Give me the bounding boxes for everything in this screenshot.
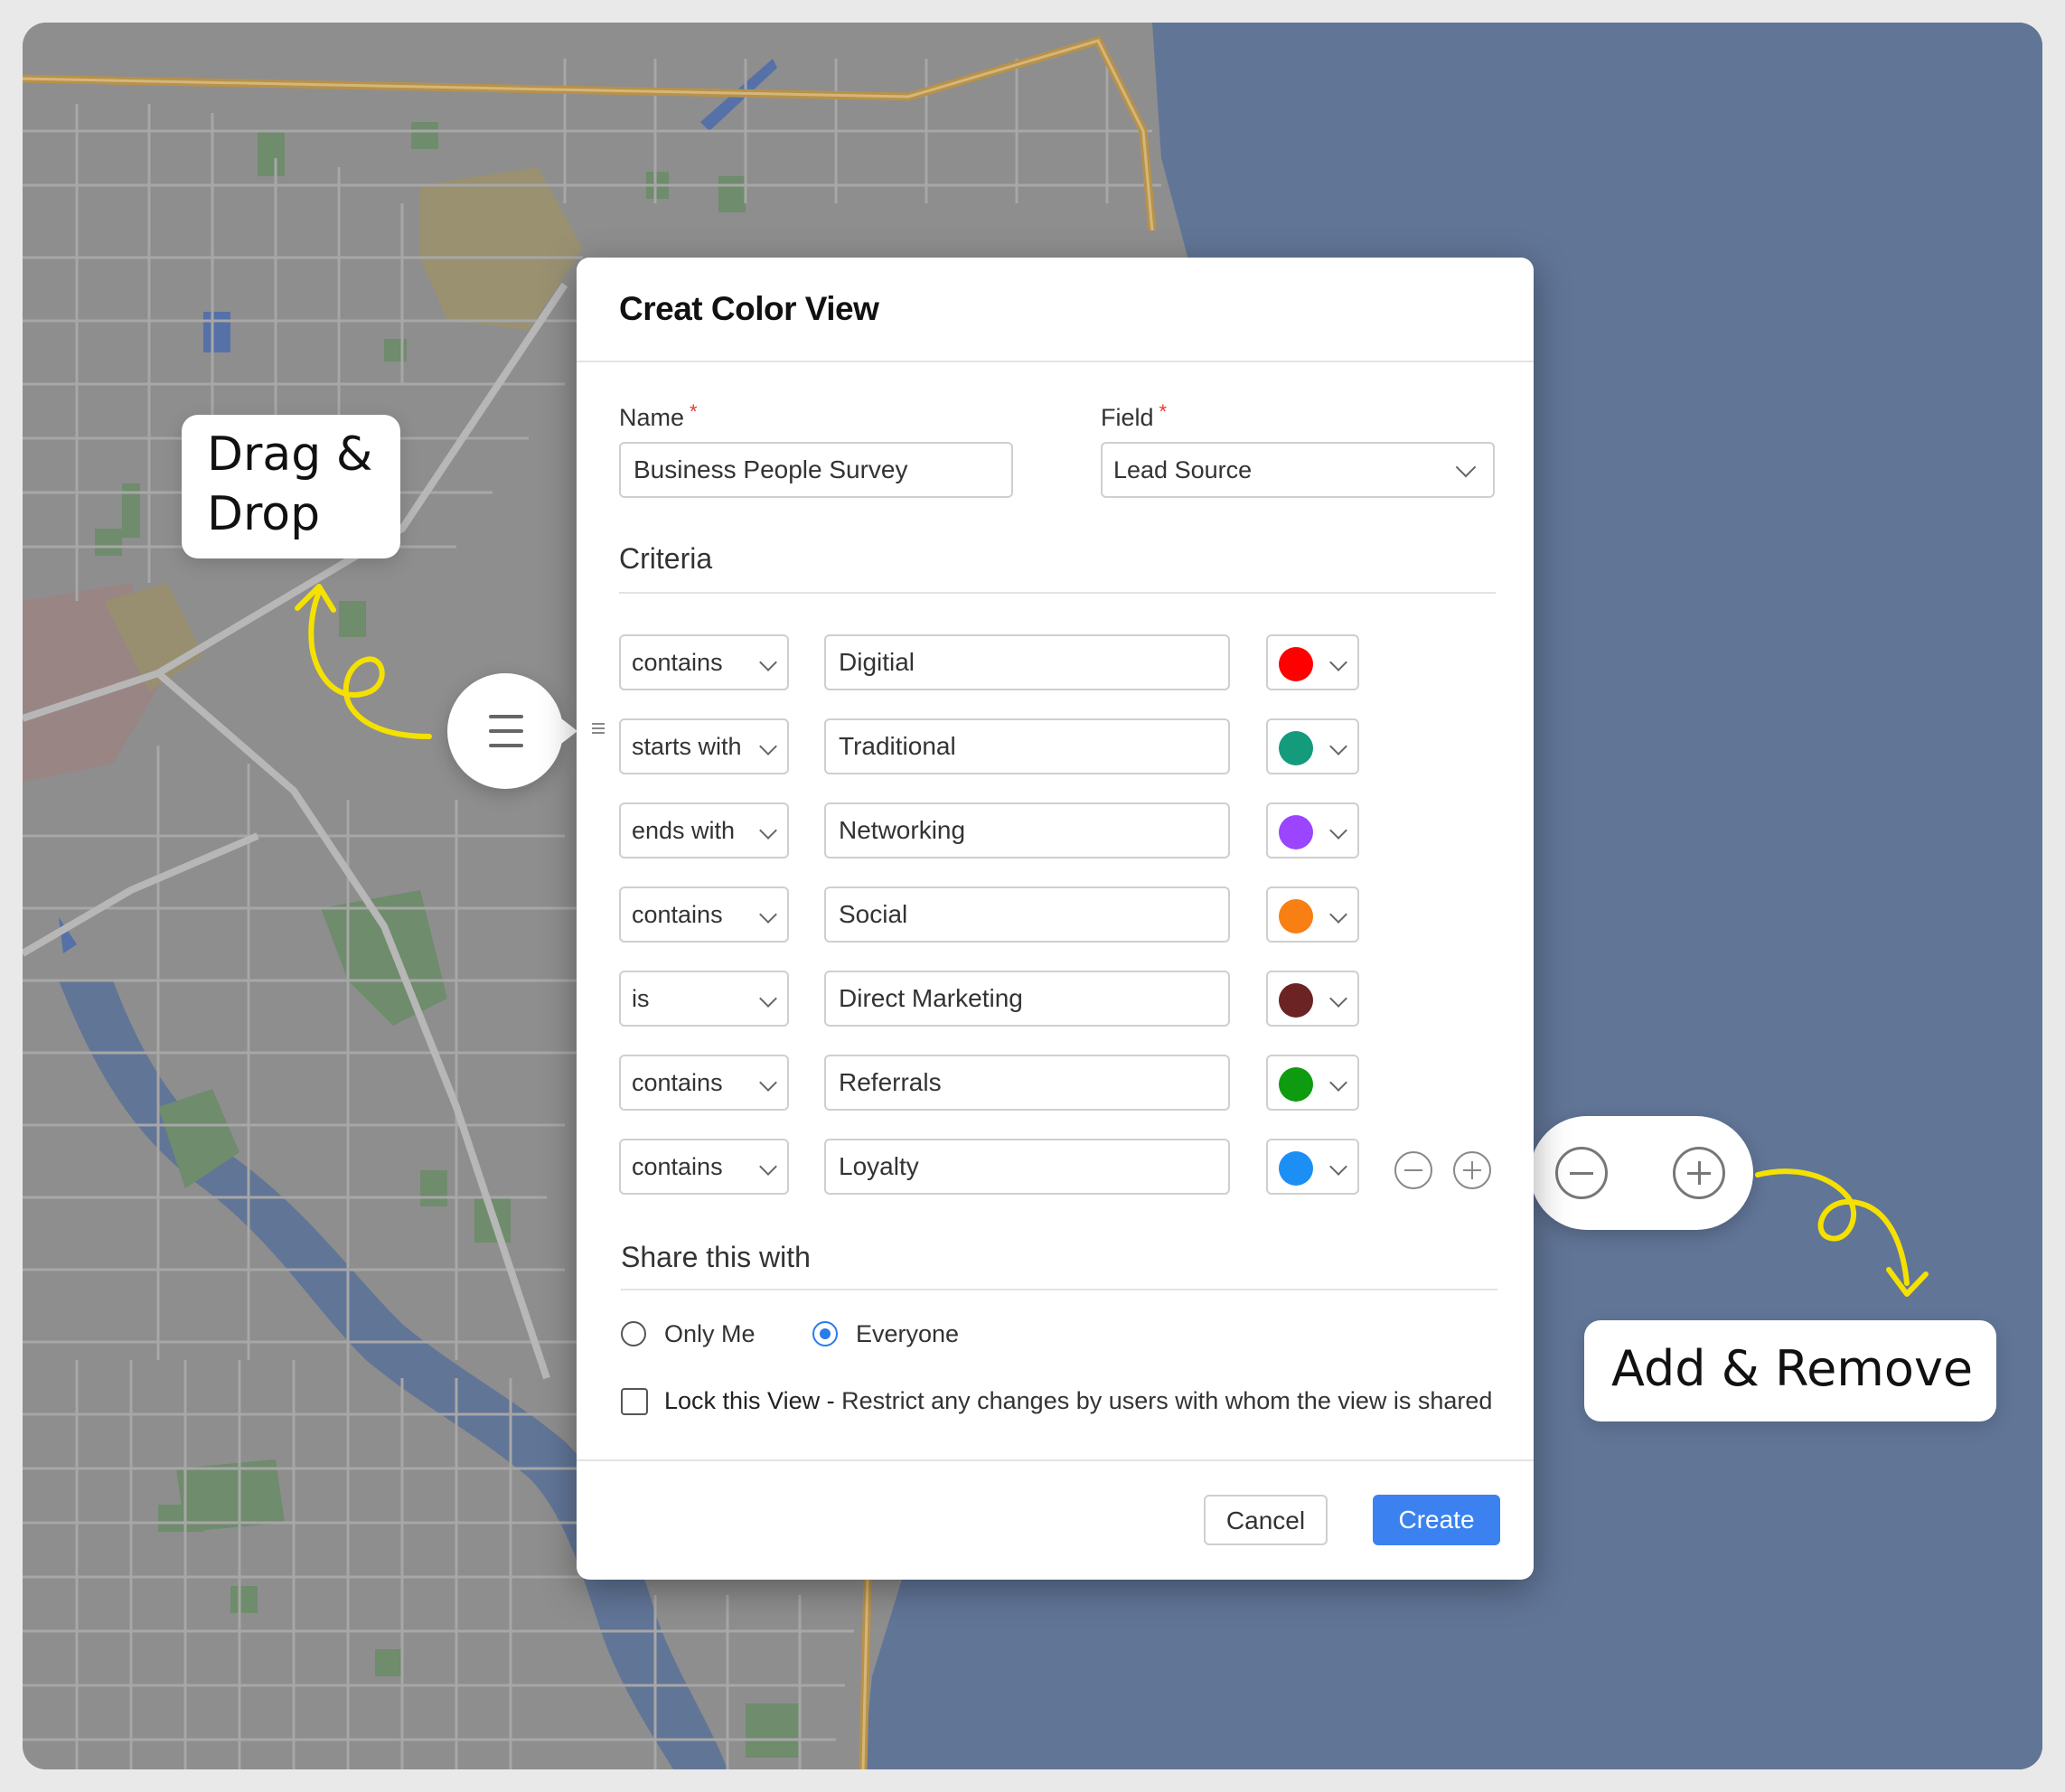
chevron-down-icon	[759, 821, 777, 840]
chevron-down-icon	[1329, 653, 1347, 671]
chevron-down-icon	[1329, 1158, 1347, 1176]
only-me-label: Only Me	[664, 1320, 756, 1347]
criteria-color-picker[interactable]	[1266, 887, 1359, 943]
field-select-value: Lead Source	[1113, 456, 1253, 483]
share-heading: Share this with	[621, 1241, 811, 1273]
criteria-operator-select[interactable]: contains	[619, 634, 789, 690]
criteria-operator-select[interactable]: ends with	[619, 802, 789, 858]
add-icon-large	[1673, 1147, 1725, 1199]
cancel-button[interactable]: Cancel	[1204, 1495, 1328, 1545]
criteria-operator-value: contains	[632, 649, 723, 676]
name-input[interactable]: Business People Survey	[619, 442, 1013, 498]
chevron-down-icon	[1329, 821, 1347, 840]
criteria-operator-value: is	[632, 985, 650, 1012]
add-criteria-button[interactable]	[1453, 1151, 1491, 1189]
color-swatch	[1279, 1151, 1313, 1186]
chevron-down-icon	[1329, 737, 1347, 755]
criteria-value-input[interactable]: Traditional	[824, 718, 1230, 774]
criteria-value-input[interactable]: Direct Marketing	[824, 971, 1230, 1027]
criteria-operator-value: contains	[632, 1153, 723, 1180]
criteria-heading: Criteria	[619, 542, 713, 575]
create-button[interactable]: Create	[1373, 1495, 1500, 1545]
color-swatch	[1279, 899, 1313, 934]
criteria-color-picker[interactable]	[1266, 1139, 1359, 1195]
lock-view-label: Lock this View - Restrict any changes by…	[664, 1387, 1493, 1414]
add-remove-magnified	[1512, 1116, 1753, 1230]
drag-drop-text-line1: Drag &	[207, 427, 373, 482]
name-label: Name *	[619, 400, 698, 431]
criteria-value-input[interactable]: Loyalty	[824, 1139, 1230, 1195]
field-select[interactable]: Lead Source	[1101, 442, 1495, 498]
chevron-down-icon	[1329, 990, 1347, 1008]
criteria-value-input[interactable]: Digitial	[824, 634, 1230, 690]
share-divider	[621, 1289, 1497, 1290]
criteria-operator-select[interactable]: is	[619, 971, 789, 1027]
criteria-operator-select[interactable]: contains	[619, 887, 789, 943]
criteria-color-picker[interactable]	[1266, 971, 1359, 1027]
criteria-operator-select[interactable]: contains	[619, 1055, 789, 1111]
criteria-color-picker[interactable]	[1266, 1055, 1359, 1111]
add-remove-text: Add & Remove	[1611, 1340, 1974, 1397]
chevron-down-icon	[759, 1158, 777, 1176]
criteria-operator-value: contains	[632, 1069, 723, 1096]
remove-criteria-button[interactable]	[1394, 1151, 1432, 1189]
footer-divider	[577, 1459, 1534, 1461]
everyone-label: Everyone	[856, 1320, 960, 1347]
criteria-operator-select[interactable]: contains	[619, 1139, 789, 1195]
criteria-color-picker[interactable]	[1266, 718, 1359, 774]
chevron-down-icon	[759, 905, 777, 924]
chevron-down-icon	[1455, 456, 1477, 478]
criteria-value-input[interactable]: Networking	[824, 802, 1230, 858]
color-swatch	[1279, 1067, 1313, 1102]
criteria-operator-value: contains	[632, 901, 723, 928]
drag-drop-text-line2: Drop	[207, 487, 321, 541]
drag-handle-icon[interactable]	[592, 723, 605, 725]
color-swatch	[1279, 647, 1313, 681]
dialog-title: Creat Color View	[619, 290, 879, 327]
create-color-view-dialog: Creat Color View Name * Business People S…	[577, 258, 1534, 1580]
chevron-down-icon	[759, 653, 777, 671]
chevron-down-icon	[759, 737, 777, 755]
add-remove-arrow	[1755, 1168, 1929, 1297]
everyone-radio[interactable]	[812, 1321, 838, 1346]
title-divider	[577, 361, 1534, 362]
remove-icon-large	[1555, 1147, 1608, 1199]
color-swatch	[1279, 983, 1313, 1018]
chevron-down-icon	[759, 1074, 777, 1092]
drag-drop-callout: Drag & Drop	[182, 415, 400, 558]
hamburger-icon	[489, 715, 523, 718]
criteria-color-picker[interactable]	[1266, 634, 1359, 690]
chevron-down-icon	[1329, 905, 1347, 924]
only-me-radio[interactable]	[621, 1321, 646, 1346]
criteria-operator-select[interactable]: starts with	[619, 718, 789, 774]
screenshot-frame: Drag & Drop Add & Remove Creat Color Vie…	[23, 23, 2042, 1769]
criteria-operator-value: ends with	[632, 817, 736, 844]
chevron-down-icon	[759, 990, 777, 1008]
lock-view-checkbox[interactable]	[621, 1388, 648, 1415]
add-remove-callout: Add & Remove	[1584, 1320, 1996, 1421]
drag-handle-magnified	[447, 673, 577, 789]
criteria-operator-value: starts with	[632, 733, 742, 760]
chevron-down-icon	[1329, 1074, 1347, 1092]
criteria-value-input[interactable]: Referrals	[824, 1055, 1230, 1111]
color-swatch	[1279, 731, 1313, 765]
criteria-divider	[619, 592, 1496, 594]
criteria-color-picker[interactable]	[1266, 802, 1359, 858]
field-label: Field *	[1101, 400, 1168, 431]
drag-drop-arrow	[295, 584, 432, 739]
criteria-value-input[interactable]: Social	[824, 887, 1230, 943]
color-swatch	[1279, 815, 1313, 849]
